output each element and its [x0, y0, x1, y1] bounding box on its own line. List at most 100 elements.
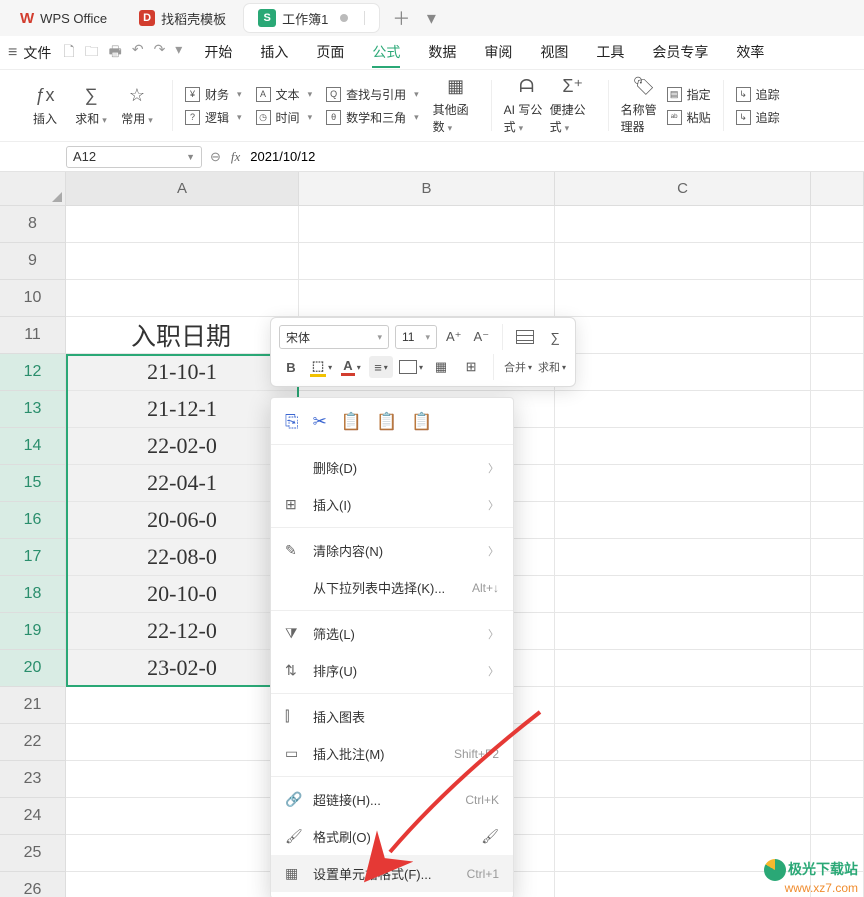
tab-efficiency[interactable]: 效率 [736, 38, 764, 68]
cell-style-button[interactable]: ⊞ [459, 356, 483, 378]
cell[interactable] [555, 576, 811, 613]
row-header[interactable]: 11 [0, 317, 66, 354]
cell[interactable]: 22-04-1 [66, 465, 299, 502]
menu-filter[interactable]: ⧩筛选(L)〉 [271, 615, 513, 652]
cell[interactable] [66, 243, 299, 280]
cell[interactable] [811, 354, 864, 391]
row-header[interactable]: 25 [0, 835, 66, 872]
trace-dep-button[interactable]: ↳追踪 [736, 109, 780, 126]
cell[interactable] [66, 798, 299, 835]
cell[interactable]: 21-12-1 [66, 391, 299, 428]
merge-label[interactable]: 合并▾ [504, 356, 532, 378]
menu-hyperlink[interactable]: 🔗超链接(H)...Ctrl+K [271, 781, 513, 818]
tab-view[interactable]: 视图 [540, 38, 568, 68]
cell[interactable] [811, 502, 864, 539]
cell[interactable] [555, 243, 811, 280]
cell[interactable] [66, 724, 299, 761]
formula-input[interactable] [248, 148, 858, 165]
cell[interactable] [811, 539, 864, 576]
logic-button[interactable]: ?逻辑 [185, 109, 242, 126]
insert-fx-button[interactable]: ƒx插入 [22, 85, 68, 127]
tab-workbook[interactable]: S工作簿1 [244, 4, 379, 32]
qat-more-icon[interactable]: ▾ [175, 41, 182, 65]
cut-icon[interactable]: ✂ [313, 412, 327, 432]
cell[interactable] [811, 465, 864, 502]
cell[interactable] [66, 687, 299, 724]
cell[interactable] [66, 761, 299, 798]
tab-tools[interactable]: 工具 [596, 38, 624, 68]
qat-print-icon[interactable]: 🖶 [109, 41, 122, 65]
tab-formula[interactable]: 公式 [372, 38, 400, 68]
row-header[interactable]: 12 [0, 354, 66, 391]
cell[interactable] [811, 650, 864, 687]
tab-vip[interactable]: 会员专享 [652, 38, 708, 68]
cell[interactable] [555, 280, 811, 317]
cell[interactable] [555, 650, 811, 687]
menu-insert-comment[interactable]: ▭插入批注(M)Shift+F2 [271, 735, 513, 772]
row-header[interactable]: 10 [0, 280, 66, 317]
finance-button[interactable]: ¥财务 [185, 86, 242, 103]
cell[interactable]: 21-10-1 [66, 354, 299, 391]
cell[interactable]: 23-02-0 [66, 650, 299, 687]
cell[interactable] [555, 761, 811, 798]
lookup-button[interactable]: Q查找与引用 [326, 86, 419, 103]
col-header-D[interactable] [811, 172, 864, 206]
chevron-down-icon[interactable]: ▼ [186, 152, 195, 162]
increase-font-button[interactable]: A⁺ [443, 329, 465, 345]
paste-text-icon[interactable]: 📋 [376, 412, 397, 432]
row-header[interactable]: 26 [0, 872, 66, 897]
align-button[interactable]: ≡▾ [369, 356, 393, 378]
cell[interactable] [811, 317, 864, 354]
menu-insert[interactable]: ⊞插入(I)〉 [271, 486, 513, 523]
row-header[interactable]: 23 [0, 761, 66, 798]
cell[interactable] [66, 206, 299, 243]
merge-cells-button[interactable] [513, 326, 537, 348]
font-select[interactable]: 宋体▾ [279, 325, 389, 349]
fill-color-button[interactable]: ⬚▾ [309, 356, 333, 378]
cell[interactable] [299, 206, 555, 243]
menu-icon[interactable]: ≡ [8, 44, 17, 62]
tab-data[interactable]: 数据 [428, 38, 456, 68]
menu-dropdown-pick[interactable]: 从下拉列表中选择(K)...Alt+↓ [271, 569, 513, 606]
decrease-font-button[interactable]: A⁻ [471, 329, 493, 345]
math-button[interactable]: θ数学和三角 [326, 109, 419, 126]
cell[interactable] [811, 428, 864, 465]
select-all-corner[interactable] [0, 172, 66, 206]
name-box[interactable]: A12▼ [66, 146, 202, 168]
font-color-button[interactable]: A▾ [339, 356, 363, 378]
col-header-B[interactable]: B [299, 172, 555, 206]
row-header[interactable]: 22 [0, 724, 66, 761]
file-menu[interactable]: 文件 [23, 43, 51, 63]
row-header[interactable]: 18 [0, 576, 66, 613]
cell[interactable] [555, 317, 811, 354]
menu-insert-chart[interactable]: ⫿插入图表 [271, 698, 513, 735]
row-header[interactable]: 16 [0, 502, 66, 539]
cell[interactable]: 22-08-0 [66, 539, 299, 576]
cell[interactable] [555, 687, 811, 724]
row-header[interactable]: 21 [0, 687, 66, 724]
menu-sort[interactable]: ⇅排序(U)〉 [271, 652, 513, 689]
cell[interactable] [811, 724, 864, 761]
bold-button[interactable]: B [279, 356, 303, 378]
row-header[interactable]: 19 [0, 613, 66, 650]
assign-name-button[interactable]: ▤指定 [667, 86, 711, 103]
tab-docer[interactable]: D找稻壳模板 [125, 4, 240, 32]
cell[interactable] [555, 798, 811, 835]
row-header[interactable]: 14 [0, 428, 66, 465]
row-header[interactable]: 15 [0, 465, 66, 502]
qat-new-icon[interactable]: 🗋 [63, 41, 74, 65]
row-header[interactable]: 17 [0, 539, 66, 576]
tab-insert[interactable]: 插入 [260, 38, 288, 68]
cell[interactable] [555, 428, 811, 465]
row-header[interactable]: 20 [0, 650, 66, 687]
cell[interactable] [299, 243, 555, 280]
paste-name-button[interactable]: ᵃᵇ粘贴 [667, 109, 711, 126]
cell[interactable] [811, 206, 864, 243]
ai-formula-button[interactable]: ᗩAI 写公式 [504, 76, 550, 135]
other-fn-button[interactable]: ▦其他函数 [433, 76, 479, 135]
cell[interactable]: 入职日期 [66, 317, 299, 354]
cell[interactable] [66, 835, 299, 872]
cell[interactable] [555, 502, 811, 539]
cancel-icon[interactable]: ⊖ [210, 149, 221, 165]
name-manager-button[interactable]: 🏷名称管理器 [621, 76, 667, 135]
